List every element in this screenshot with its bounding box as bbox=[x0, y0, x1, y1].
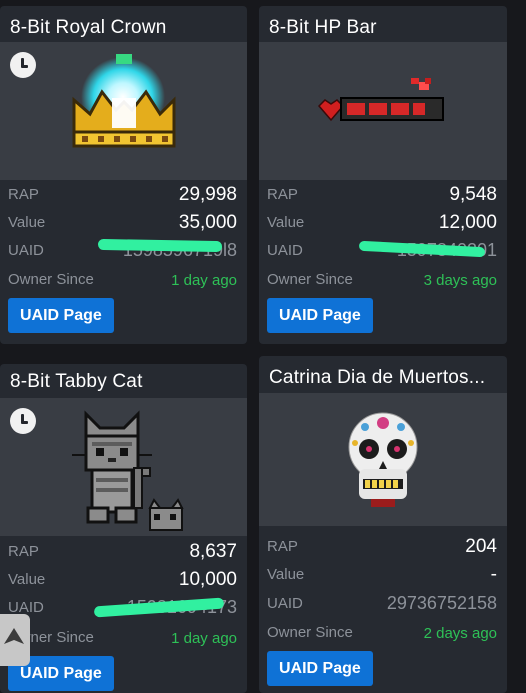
value-row: Value 35,000 bbox=[8, 212, 237, 236]
item-title[interactable]: 8-Bit Tabby Cat bbox=[10, 371, 143, 393]
clock-icon bbox=[10, 408, 36, 434]
value-label: Value bbox=[267, 214, 305, 231]
rap-value: 29,998 bbox=[178, 184, 237, 205]
owner-since-row: Owner Since 1 day ago bbox=[8, 269, 237, 293]
owner-since-row: Owner Since 1 day ago bbox=[8, 627, 237, 651]
rap-value: 204 bbox=[465, 536, 497, 557]
uaid-page-button[interactable]: UAID Page bbox=[267, 298, 373, 333]
item-title[interactable]: Catrina Dia de Muertos... bbox=[269, 367, 485, 389]
owner-since-row: Owner Since 2 days ago bbox=[267, 622, 497, 646]
item-thumbnail[interactable] bbox=[259, 393, 507, 526]
catrina-skull-image bbox=[348, 412, 418, 507]
item-thumbnail[interactable] bbox=[259, 42, 507, 180]
value-row: Value 12,000 bbox=[267, 212, 497, 236]
item-thumbnail[interactable] bbox=[0, 398, 247, 536]
rap-value: 9,548 bbox=[449, 184, 497, 205]
arrow-up-icon bbox=[4, 628, 24, 644]
item-card-catrina[interactable]: Catrina Dia de Muertos... RAP 204 Value … bbox=[259, 356, 507, 693]
value-value: 35,000 bbox=[178, 212, 237, 233]
value-label: Value bbox=[8, 214, 46, 231]
value-label: Value bbox=[8, 571, 46, 588]
scroll-up-button[interactable] bbox=[0, 614, 30, 666]
item-card-royal-crown[interactable]: 8-Bit Royal Crown RAP 29,998 Value 35,00… bbox=[0, 6, 247, 344]
value-value: - bbox=[490, 564, 497, 585]
owner-since-value: 3 days ago bbox=[423, 272, 497, 289]
owner-since-row: Owner Since 3 days ago bbox=[267, 269, 497, 293]
rap-label: RAP bbox=[267, 186, 298, 203]
uaid-page-button[interactable]: UAID Page bbox=[8, 298, 114, 333]
uaid-label: UAID bbox=[8, 242, 44, 259]
rap-value: 8,637 bbox=[189, 541, 237, 562]
rap-label: RAP bbox=[8, 186, 39, 203]
uaid-page-button[interactable]: UAID Page bbox=[267, 651, 373, 686]
value-label: Value bbox=[267, 566, 305, 583]
owner-since-value: 2 days ago bbox=[423, 625, 497, 642]
rap-row: RAP 29,998 bbox=[8, 184, 237, 208]
owner-since-label: Owner Since bbox=[267, 271, 353, 288]
owner-since-value: 1 day ago bbox=[171, 630, 237, 647]
item-title[interactable]: 8-Bit Royal Crown bbox=[10, 17, 167, 39]
rap-row: RAP 9,548 bbox=[267, 184, 497, 208]
item-card-tabby-cat[interactable]: 8-Bit Tabby Cat RAP 8,637 Value 10,000 U… bbox=[0, 364, 247, 693]
value-value: 10,000 bbox=[178, 569, 237, 590]
owner-since-value: 1 day ago bbox=[171, 272, 237, 289]
rap-label: RAP bbox=[267, 538, 298, 555]
value-row: Value - bbox=[267, 564, 497, 588]
uaid-label: UAID bbox=[267, 242, 303, 259]
uaid-value: 29736752158 bbox=[386, 593, 497, 613]
item-title[interactable]: 8-Bit HP Bar bbox=[269, 17, 377, 39]
uaid-label: UAID bbox=[267, 595, 303, 612]
value-value: 12,000 bbox=[438, 212, 497, 233]
clock-icon bbox=[10, 52, 36, 78]
value-row: Value 10,000 bbox=[8, 569, 237, 593]
hp-bar-image bbox=[317, 78, 444, 122]
item-card-hp-bar[interactable]: 8-Bit HP Bar RAP 9,548 Value 12,000 UAID… bbox=[259, 6, 507, 344]
tabby-cat-image bbox=[72, 410, 184, 531]
owner-since-label: Owner Since bbox=[267, 624, 353, 641]
royal-crown-image bbox=[72, 54, 176, 148]
redaction-scribble bbox=[97, 238, 223, 253]
rap-row: RAP 8,637 bbox=[8, 541, 237, 565]
uaid-row: UAID 29736752158 bbox=[267, 593, 497, 617]
item-thumbnail[interactable] bbox=[0, 42, 247, 180]
owner-since-label: Owner Since bbox=[8, 271, 94, 288]
rap-row: RAP 204 bbox=[267, 536, 497, 560]
rap-label: RAP bbox=[8, 543, 39, 560]
